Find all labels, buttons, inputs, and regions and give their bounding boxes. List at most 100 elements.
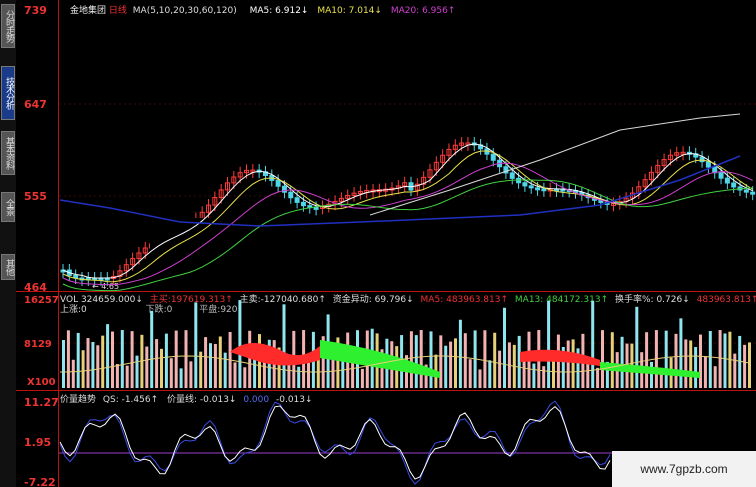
volume-bar [664,330,668,388]
volume-bar [596,367,600,388]
candle-body [743,189,749,193]
volume-bar [243,367,247,388]
candle-body [300,201,306,207]
volume-bar [62,340,65,388]
volume-bar [454,338,457,388]
volume-bar [635,306,639,388]
volume-bar [238,300,242,388]
volume-bar [532,363,536,388]
ma60-line [369,113,741,216]
volume-bar [125,365,129,388]
volume-bar [449,341,453,388]
volume-bar [81,350,85,388]
volume-bar [429,331,433,388]
volume-bar [66,330,70,388]
volume-bar [145,346,149,388]
volume-bar [297,366,301,388]
volume-bar [689,340,693,388]
volume-bar [547,301,551,388]
volume-bar [463,333,467,388]
volume-bar [503,307,506,388]
volume-bar [164,333,168,388]
volume-bar [189,361,193,388]
volume-bar [204,337,208,388]
volume-bar [488,360,492,388]
candle-body [528,185,534,189]
volume-bar [223,352,227,388]
volume-bar [738,335,742,388]
volume-bar [718,330,722,388]
volume-bar [91,342,95,388]
chart-canvas[interactable] [0,0,756,487]
volume-bar [174,330,178,388]
volume-bar [748,342,751,388]
candle-body [509,172,515,179]
volume-bar [468,359,472,388]
volume-bar [115,364,119,388]
volume-bar [135,355,139,388]
volume-bar [307,362,310,388]
volume-bar [282,304,286,388]
volume-bar [674,333,678,388]
volume-bar [179,368,183,388]
volume-bar [96,345,100,388]
volume-bar [409,331,413,388]
volume-bar [155,339,159,388]
volume-bar [209,343,212,388]
volume-bar [71,359,75,388]
volume-bar [493,332,497,388]
volume-bar [439,335,443,388]
volume-bar [713,366,717,388]
volume-bar [601,330,604,388]
candle-body [731,182,737,188]
volume-bar [478,369,482,388]
volume-bar [679,318,683,388]
candle-body [275,179,281,187]
volume-bar [218,336,222,388]
volume-bar [684,339,688,388]
candle-body [750,191,756,195]
candle-body [699,156,705,163]
site-watermark: www.7gpzb.com [612,451,756,487]
volume-bar [160,348,163,388]
volume-bar [101,335,105,388]
volume-bar [150,310,154,388]
volume-bar [184,330,188,388]
volume-bar [743,344,747,388]
volume-bar [566,340,570,388]
candle-body [535,187,541,191]
volume-bar [351,360,355,388]
candle-body [490,153,496,161]
volume-bar [571,339,575,388]
volume-bar [194,302,198,388]
occluded-area-top [346,110,600,120]
volume-bar [419,330,423,388]
price-volume-line [59,400,611,485]
volume-bar [591,300,595,388]
volume-bar [199,351,203,388]
volume-bar [253,357,257,388]
candle-body [724,177,730,184]
candle-body [294,197,300,203]
candle-body [705,161,711,168]
candle-body [288,191,294,199]
volume-bar [620,336,624,388]
candle-body [516,177,522,184]
fund-flow-red-2 [520,349,600,366]
volume-bar [76,332,80,388]
volume-bar [703,356,707,388]
volume-bar [233,362,237,388]
volume-bar [498,350,502,388]
volume-bar [86,338,90,388]
volume-bar [414,335,418,388]
candle-body [541,188,547,192]
candle-body [522,182,528,187]
volume-bar [213,344,217,388]
volume-bar [106,324,110,388]
volume-bar [733,353,737,388]
volume-bar [111,331,114,388]
volume-bar [708,330,712,388]
ma120-line [59,155,741,227]
volume-bar [723,333,727,388]
volume-bar [610,332,614,388]
